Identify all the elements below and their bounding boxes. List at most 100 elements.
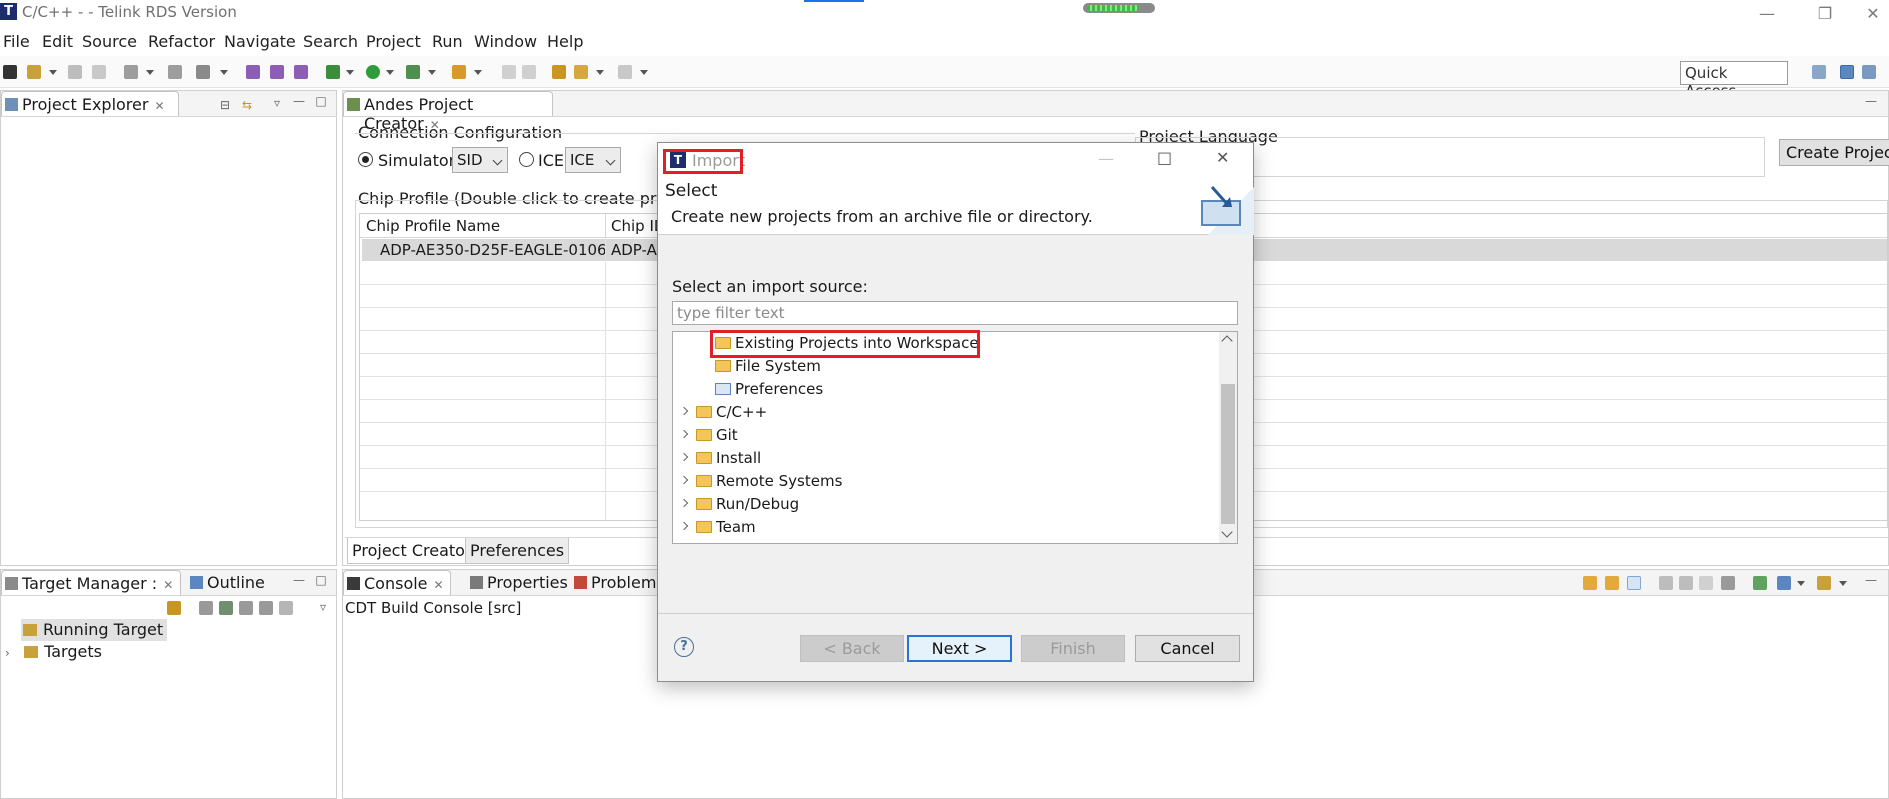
chevron-down-icon[interactable]: [220, 70, 228, 75]
hammer-icon[interactable]: [168, 65, 182, 79]
menu-help[interactable]: Help: [547, 32, 583, 51]
chevron-down-icon[interactable]: [428, 70, 436, 75]
save-all-icon[interactable]: [92, 65, 106, 79]
minimize-icon[interactable]: —: [1098, 149, 1114, 168]
chevron-down-icon[interactable]: [386, 70, 394, 75]
open-perspective-icon[interactable]: [1812, 65, 1826, 79]
tab-problems[interactable]: Problems: [571, 570, 667, 595]
menu-window[interactable]: Window: [474, 32, 537, 51]
tree-item-preferences[interactable]: Preferences: [673, 378, 1218, 400]
ice-radio[interactable]: [519, 152, 534, 167]
finish-button[interactable]: Finish: [1021, 635, 1125, 662]
chevron-down-icon[interactable]: [596, 70, 604, 75]
menu-navigate[interactable]: Navigate: [224, 32, 296, 51]
external-tools-icon[interactable]: [406, 65, 420, 79]
cpp-perspective-icon[interactable]: [1840, 65, 1854, 79]
simulator-select[interactable]: SID: [452, 147, 508, 173]
tree-item-file-system[interactable]: File System: [673, 355, 1218, 377]
display-console-icon[interactable]: [1777, 576, 1791, 590]
view-menu-icon[interactable]: ▿: [317, 601, 329, 613]
chevron-right-icon[interactable]: [679, 498, 689, 508]
collapse-icon[interactable]: [199, 601, 213, 615]
filter-input[interactable]: type filter text: [672, 301, 1238, 325]
tab-properties[interactable]: Properties: [467, 570, 569, 595]
toggle-icon[interactable]: [502, 65, 516, 79]
chevron-down-icon[interactable]: [49, 70, 57, 75]
create-project-button[interactable]: Create Project: [1779, 139, 1889, 166]
menu-search[interactable]: Search: [303, 32, 358, 51]
back-button[interactable]: < Back: [800, 635, 904, 662]
chevron-down-icon[interactable]: [146, 70, 154, 75]
tree-item-running-target[interactable]: Running Target: [21, 619, 168, 641]
chevron-right-icon[interactable]: ›: [5, 646, 19, 660]
menu-refactor[interactable]: Refactor: [148, 32, 215, 51]
save-icon[interactable]: [68, 65, 82, 79]
debug-perspective-icon[interactable]: [1862, 65, 1876, 79]
tree-folder-team[interactable]: Team: [673, 516, 1218, 538]
chevron-right-icon[interactable]: [679, 521, 689, 531]
close-icon[interactable]: ✕: [434, 578, 444, 592]
simulator-radio[interactable]: [358, 152, 373, 167]
chevron-right-icon[interactable]: [679, 406, 689, 416]
scroll-lock-icon[interactable]: [1627, 576, 1641, 590]
profile-icon[interactable]: [246, 65, 260, 79]
scroll-up-icon[interactable]: [1605, 576, 1619, 590]
paragraph-icon[interactable]: [522, 65, 536, 79]
menu-run[interactable]: Run: [432, 32, 463, 51]
next-button[interactable]: Next >: [907, 635, 1012, 662]
ice-select[interactable]: ICE: [565, 147, 621, 173]
tab-preferences[interactable]: Preferences: [465, 538, 570, 564]
menu-project[interactable]: Project: [366, 32, 421, 51]
profile-icon[interactable]: [294, 65, 308, 79]
tree-item-targets[interactable]: › Targets: [5, 642, 102, 664]
scroll-down-icon[interactable]: [1583, 576, 1597, 590]
chart-icon[interactable]: [196, 65, 210, 79]
minimize-icon[interactable]: —: [1865, 574, 1877, 586]
close-icon[interactable]: ✕: [163, 578, 173, 592]
chevron-down-icon[interactable]: [640, 70, 648, 75]
chevron-right-icon[interactable]: [679, 429, 689, 439]
tree-folder-remote-systems[interactable]: Remote Systems: [673, 470, 1218, 492]
list-icon[interactable]: [1699, 576, 1713, 590]
minimize-icon[interactable]: —: [1742, 2, 1792, 26]
copy-icon[interactable]: [1721, 576, 1735, 590]
quick-access-input[interactable]: Quick Access: [1680, 61, 1788, 100]
chevron-down-icon[interactable]: [346, 70, 354, 75]
scroll-down-icon[interactable]: [1221, 526, 1233, 538]
open-console-icon[interactable]: [1817, 576, 1831, 590]
pin-console-icon[interactable]: [1753, 576, 1767, 590]
word-wrap-icon[interactable]: [1679, 576, 1693, 590]
restore-icon[interactable]: ❐: [1800, 2, 1850, 26]
tree-folder-run-debug[interactable]: Run/Debug: [673, 493, 1218, 515]
help-icon[interactable]: ?: [674, 637, 694, 657]
chevron-down-icon[interactable]: [1839, 581, 1847, 586]
tab-outline[interactable]: Outline: [187, 570, 273, 595]
refresh-icon[interactable]: [219, 601, 233, 615]
menu-icon[interactable]: [259, 601, 273, 615]
scroll-thumb[interactable]: [1221, 384, 1235, 524]
menu-edit[interactable]: Edit: [42, 32, 73, 51]
tree-scrollbar[interactable]: [1219, 332, 1237, 543]
new-icon[interactable]: [27, 65, 41, 79]
tab-andes-project-creator[interactable]: Andes Project Creator ✕: [343, 91, 553, 133]
minimize-icon[interactable]: —: [1865, 95, 1877, 107]
build-icon[interactable]: [124, 65, 138, 79]
profile-icon[interactable]: [270, 65, 284, 79]
menu-source[interactable]: Source: [82, 32, 137, 51]
minimize-icon[interactable]: —: [293, 574, 305, 586]
tab-project-explorer[interactable]: Project Explorer ✕: [1, 91, 179, 116]
close-icon[interactable]: ✕: [1848, 2, 1889, 26]
next-icon[interactable]: [618, 65, 632, 79]
font-icon[interactable]: [3, 65, 17, 79]
chevron-down-icon[interactable]: [1797, 581, 1805, 586]
clear-console-icon[interactable]: [1659, 576, 1673, 590]
maximize-icon[interactable]: □: [1157, 148, 1172, 167]
maximize-icon[interactable]: □: [315, 574, 327, 586]
prev-icon[interactable]: [574, 65, 588, 79]
chevron-down-icon[interactable]: [474, 70, 482, 75]
menu-file[interactable]: File: [3, 32, 30, 51]
close-icon[interactable]: ✕: [1216, 148, 1229, 167]
collapse-all-icon[interactable]: ⊟: [219, 99, 231, 111]
pen-icon[interactable]: [452, 65, 466, 79]
tree-folder-git[interactable]: Git: [673, 424, 1218, 446]
